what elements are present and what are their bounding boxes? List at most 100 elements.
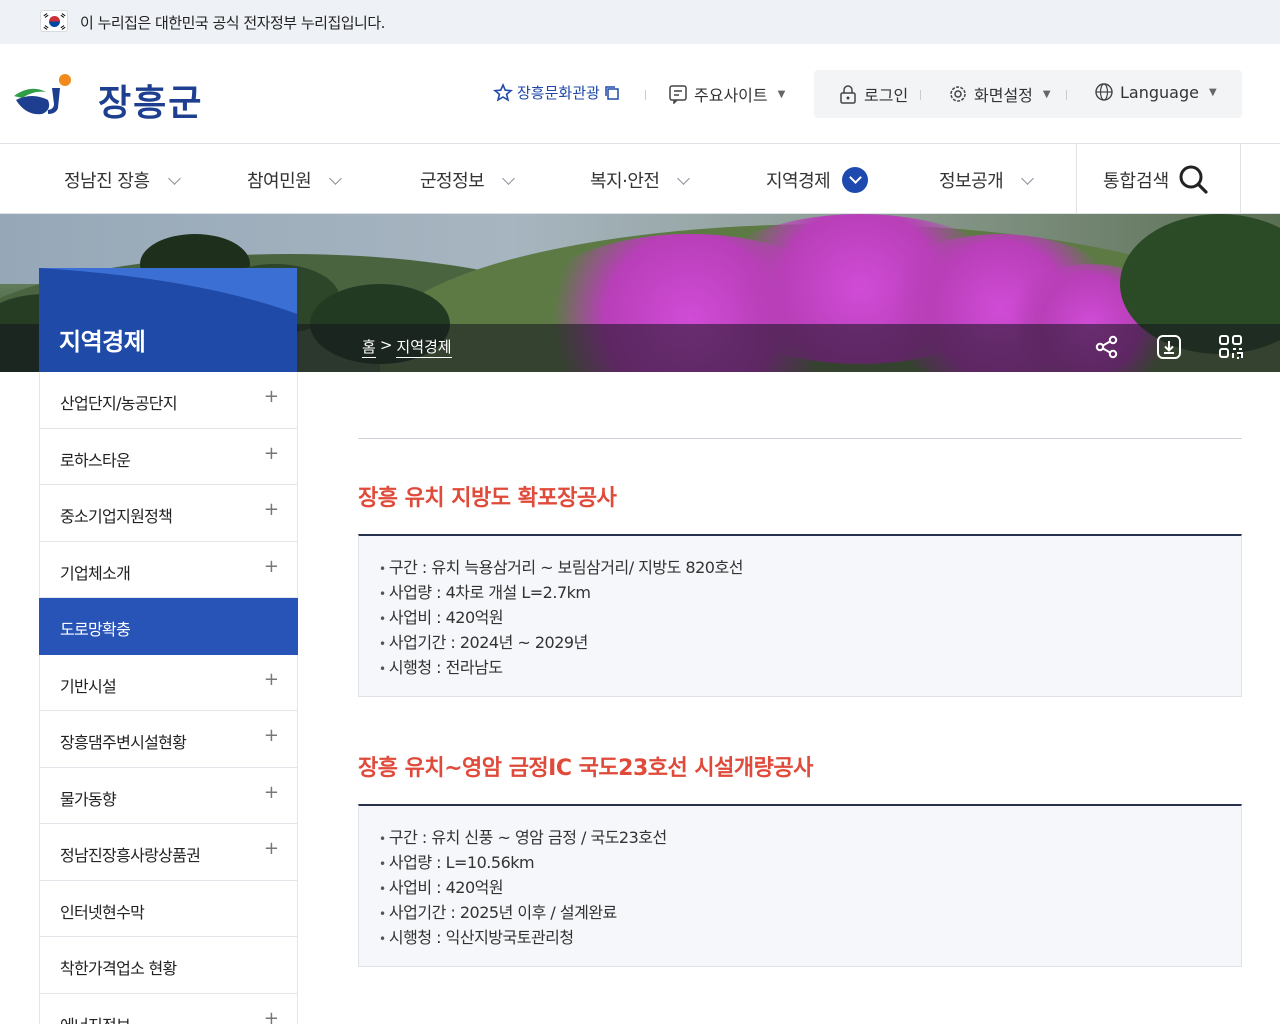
lnb-item-road-expansion[interactable]: 도로망확충 [39, 598, 298, 655]
screen-settings-dropdown[interactable]: 화면설정 ▼ [948, 82, 1051, 106]
info-row: 사업비 : 420억원 [379, 606, 1221, 631]
main-navigation: 정남진 장흥 참여민원 군정정보 복지·안전 지역경제 정보공개 통합검색 [0, 144, 1280, 214]
content-divider [358, 438, 1242, 439]
caret-down-icon: ▼ [1208, 86, 1217, 98]
gnb-label: 군정정보 [420, 171, 485, 192]
breadcrumb-home[interactable]: 홈 [362, 336, 376, 358]
lnb-label: 산업단지/농공단지 [60, 394, 178, 413]
lnb-label: 에너지정보 [60, 1012, 131, 1024]
lnb-item-good-price-stores[interactable]: 착한가격업소 현황 [39, 937, 298, 994]
info-row: 구간 : 유치 늑용삼거리 ~ 보림삼거리/ 지방도 820호선 [379, 556, 1221, 581]
document-icon [669, 85, 687, 104]
info-row: 사업기간 : 2025년 이후 / 설계완료 [379, 901, 1221, 926]
info-row: 시행청 : 전라남도 [379, 656, 1221, 681]
search-icon [1179, 165, 1208, 194]
qr-code-icon[interactable] [1218, 334, 1244, 360]
lnb-item-lohas-town[interactable]: 로하스타운 + [39, 428, 298, 485]
util-divider [645, 90, 646, 100]
lnb-title-wave-top-icon [39, 268, 297, 318]
plus-icon: + [263, 386, 279, 407]
info-row: 시행청 : 익산지방국토관리청 [379, 926, 1221, 951]
main-sites-label: 주요사이트 [694, 86, 768, 105]
gov-banner: 이 누리집은 대한민국 공식 전자정부 누리집입니다. [0, 0, 1280, 44]
search-label: 통합검색 [1103, 171, 1170, 192]
logo-emblem-icon [14, 74, 71, 115]
main-sites-dropdown[interactable]: 주요사이트 ▼ [668, 82, 785, 106]
globe-icon [1095, 83, 1113, 101]
utility-menu: 로그인 화면설정 ▼ Language ▼ [814, 70, 1242, 118]
info-row: 구간 : 유치 신풍 ~ 영암 금정 / 국도23호선 [379, 826, 1221, 851]
chevron-down-icon [167, 171, 181, 185]
lnb-item-infrastructure[interactable]: 기반시설 + [39, 654, 298, 711]
util-divider [1066, 90, 1067, 100]
section-title-national-road: 장흥 유치~영암 금정IC 국도23호선 시설개량공사 [358, 756, 813, 781]
info-row: 사업량 : 4차로 개설 L=2.7km [379, 581, 1221, 606]
info-row: 사업비 : 420억원 [379, 876, 1221, 901]
lnb-label: 기반시설 [60, 676, 117, 696]
plus-icon: + [263, 499, 279, 520]
chevron-down-active-icon [842, 167, 869, 193]
lnb-label: 장흥댐주변시설현황 [60, 733, 187, 752]
plus-icon: + [263, 555, 279, 577]
gnb-label: 정남진 장흥 [64, 171, 150, 192]
lnb-label: 로하스타운 [60, 450, 131, 470]
gnb-item-participation[interactable]: 참여민원 [247, 167, 343, 193]
util-divider [920, 90, 921, 100]
caret-down-icon: ▼ [777, 88, 786, 100]
section-title-local-road: 장흥 유치 지방도 확포장공사 [358, 486, 617, 511]
lnb-label: 기업체소개 [60, 563, 131, 583]
lnb-item-internet-banner[interactable]: 인터넷현수막 [39, 880, 298, 937]
caret-down-icon: ▼ [1042, 88, 1051, 100]
lnb-item-gift-certificate[interactable]: 정남진장흥사랑상품권 + [39, 824, 298, 881]
download-icon[interactable] [1156, 334, 1182, 360]
gov-banner-text[interactable]: 이 누리집은 대한민국 공식 전자정부 누리집입니다. [80, 12, 385, 33]
chevron-down-icon [677, 171, 691, 185]
gnb-item-disclosure[interactable]: 정보공개 [939, 167, 1035, 193]
lnb-item-industrial-complex[interactable]: 산업단지/농공단지 + [39, 372, 298, 429]
site-header: 장흥군 장흥문화관광 주요사이트 ▼ 로그인 화면설정 ▼ Language ▼ [0, 44, 1280, 144]
share-icon[interactable] [1094, 334, 1120, 360]
lnb-item-price-trends[interactable]: 물가동향 + [39, 767, 298, 824]
breadcrumb-separator: > [379, 336, 393, 354]
lnb-item-company-intro[interactable]: 기업체소개 + [39, 541, 298, 598]
gnb-label: 복지·안전 [590, 171, 660, 192]
korea-flag-icon [40, 10, 68, 32]
language-dropdown[interactable]: Language ▼ [1094, 82, 1217, 102]
lnb-item-energy-info[interactable]: 에너지정보 + [39, 993, 298, 1024]
login-button[interactable]: 로그인 [838, 82, 908, 106]
gnb-label: 정보공개 [939, 171, 1004, 192]
culture-tour-link[interactable]: 장흥문화관광 [493, 82, 620, 103]
info-box-national-road: 구간 : 유치 신풍 ~ 영암 금정 / 국도23호선 사업량 : L=10.5… [358, 804, 1242, 967]
gnb-item-local-economy[interactable]: 지역경제 [766, 167, 869, 193]
gnb-label: 참여민원 [247, 171, 312, 192]
info-box-local-road: 구간 : 유치 늑용삼거리 ~ 보림삼거리/ 지방도 820호선 사업량 : 4… [358, 534, 1242, 697]
lnb-label: 착한가격업소 현황 [60, 959, 177, 978]
chevron-down-icon [1021, 171, 1035, 185]
screen-settings-label: 화면설정 [974, 86, 1033, 105]
chevron-down-icon [502, 171, 516, 185]
lnb-label: 물가동향 [60, 789, 117, 809]
gnb-item-welfare[interactable]: 복지·안전 [590, 167, 691, 193]
section-title: 지역경제 [59, 328, 146, 356]
lnb-item-dam-facilities[interactable]: 장흥댐주변시설현황 + [39, 711, 298, 768]
lnb-label: 도로망확충 [60, 620, 131, 639]
lnb-item-sme-support[interactable]: 중소기업지원정책 + [39, 485, 298, 542]
plus-icon: + [263, 725, 279, 746]
lock-icon [840, 85, 856, 104]
language-label: Language [1120, 82, 1199, 102]
gnb-item-jeongnamjin[interactable]: 정남진 장흥 [64, 167, 181, 193]
breadcrumb-current[interactable]: 지역경제 [396, 336, 452, 358]
integrated-search-button[interactable]: 통합검색 [1076, 144, 1241, 214]
lnb-label: 정남진장흥사랑상품권 [60, 846, 201, 865]
plus-icon: + [263, 668, 279, 690]
star-icon [493, 82, 513, 102]
plus-icon: + [263, 781, 279, 803]
new-window-icon [605, 85, 619, 100]
lnb-title-box: 지역경제 [39, 268, 297, 372]
plus-icon: + [263, 838, 279, 859]
lnb-label: 인터넷현수막 [60, 902, 145, 922]
site-logo[interactable]: 장흥군 [12, 70, 212, 124]
lnb-label: 중소기업지원정책 [60, 507, 173, 526]
gnb-item-county-info[interactable]: 군정정보 [420, 167, 516, 193]
chevron-down-icon [329, 171, 343, 185]
